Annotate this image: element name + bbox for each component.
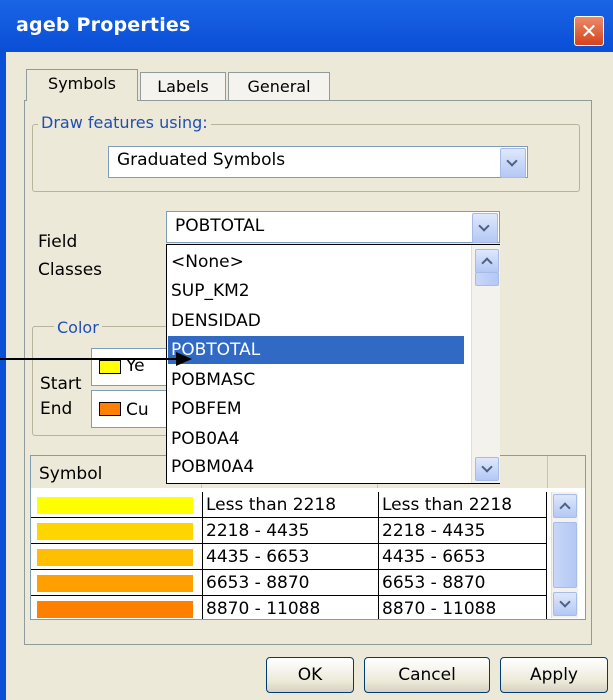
table-row[interactable]: 4435 - 6653 4435 - 6653 [31,544,547,570]
list-item[interactable]: <None> [171,252,244,272]
range-cell[interactable]: 4435 - 6653 [203,544,379,570]
table-row[interactable]: Less than 2218 Less than 2218 [31,492,547,518]
label-cell[interactable]: Less than 2218 [379,492,547,518]
draw-features-legend: Draw features using: [38,113,211,132]
table-row[interactable]: 2218 - 4435 2218 - 4435 [31,518,547,544]
symbol-color-bar [37,497,193,514]
grid-header-spacer [548,456,585,488]
ok-button[interactable]: OK [266,657,354,693]
label-cell[interactable]: 8870 - 11088 [379,596,547,619]
color-end-swatch [99,402,121,416]
draw-method-select[interactable]: Graduated Symbols [108,146,528,178]
tab-symbols[interactable]: Symbols [26,69,138,102]
label-cell[interactable]: 6653 - 8870 [379,570,547,596]
list-item[interactable]: POBM0A4 [171,457,254,477]
list-item[interactable]: POB0A4 [171,429,240,449]
field-dropdown-list[interactable]: <None> SUP_KM2 DENSIDAD POBTOTAL POBMASC… [166,244,500,484]
symbol-color-bar [37,549,193,566]
classes-label: Classes [38,260,103,280]
scroll-down-icon[interactable] [553,592,577,616]
grid-scrollbar[interactable] [551,492,578,618]
tab-general[interactable]: General [228,72,330,102]
dropdown-scrollbar[interactable] [471,245,500,483]
chevron-down-icon[interactable] [500,148,526,178]
range-cell[interactable]: Less than 2218 [203,492,379,518]
color-legend: Color [54,318,102,337]
list-item[interactable]: SUP_KM2 [171,281,250,301]
table-row[interactable]: 6653 - 8870 6653 - 8870 [31,570,547,596]
annotation-arrow [0,352,192,366]
range-cell[interactable]: 2218 - 4435 [203,518,379,544]
chevron-down-icon[interactable] [472,213,498,243]
scroll-down-icon[interactable] [475,457,499,481]
color-end-label: End [40,399,73,419]
field-value: POBTOTAL [175,216,265,236]
symbol-color-bar [37,523,193,540]
arrow-head-icon [176,352,192,366]
cancel-button[interactable]: Cancel [364,657,490,693]
symbol-color-bar [37,601,193,618]
active-tab-joint [27,99,137,102]
field-label: Field [38,232,78,252]
range-cell[interactable]: 8870 - 11088 [203,596,379,619]
list-item[interactable]: DENSIDAD [171,311,261,331]
scroll-thumb[interactable] [475,272,499,286]
scroll-up-icon[interactable] [475,249,499,273]
window-title: ageb Properties [16,14,191,36]
draw-method-value: Graduated Symbols [117,150,286,170]
scroll-thumb[interactable] [553,522,577,588]
apply-button[interactable]: Apply [500,657,608,693]
scroll-up-icon[interactable] [553,494,577,518]
list-item[interactable]: POBFEM [171,399,241,419]
tab-labels[interactable]: Labels [140,72,226,102]
range-cell[interactable]: 6653 - 8870 [203,570,379,596]
field-select[interactable]: POBTOTAL [166,211,500,243]
close-icon[interactable]: ✕ [574,16,604,46]
color-start-label: Start [40,374,82,394]
symbol-color-bar [37,575,193,592]
label-cell[interactable]: 4435 - 6653 [379,544,547,570]
label-cell[interactable]: 2218 - 4435 [379,518,547,544]
color-end-value: Cu [126,400,149,420]
table-row[interactable]: 8870 - 11088 8870 - 11088 [31,596,547,619]
